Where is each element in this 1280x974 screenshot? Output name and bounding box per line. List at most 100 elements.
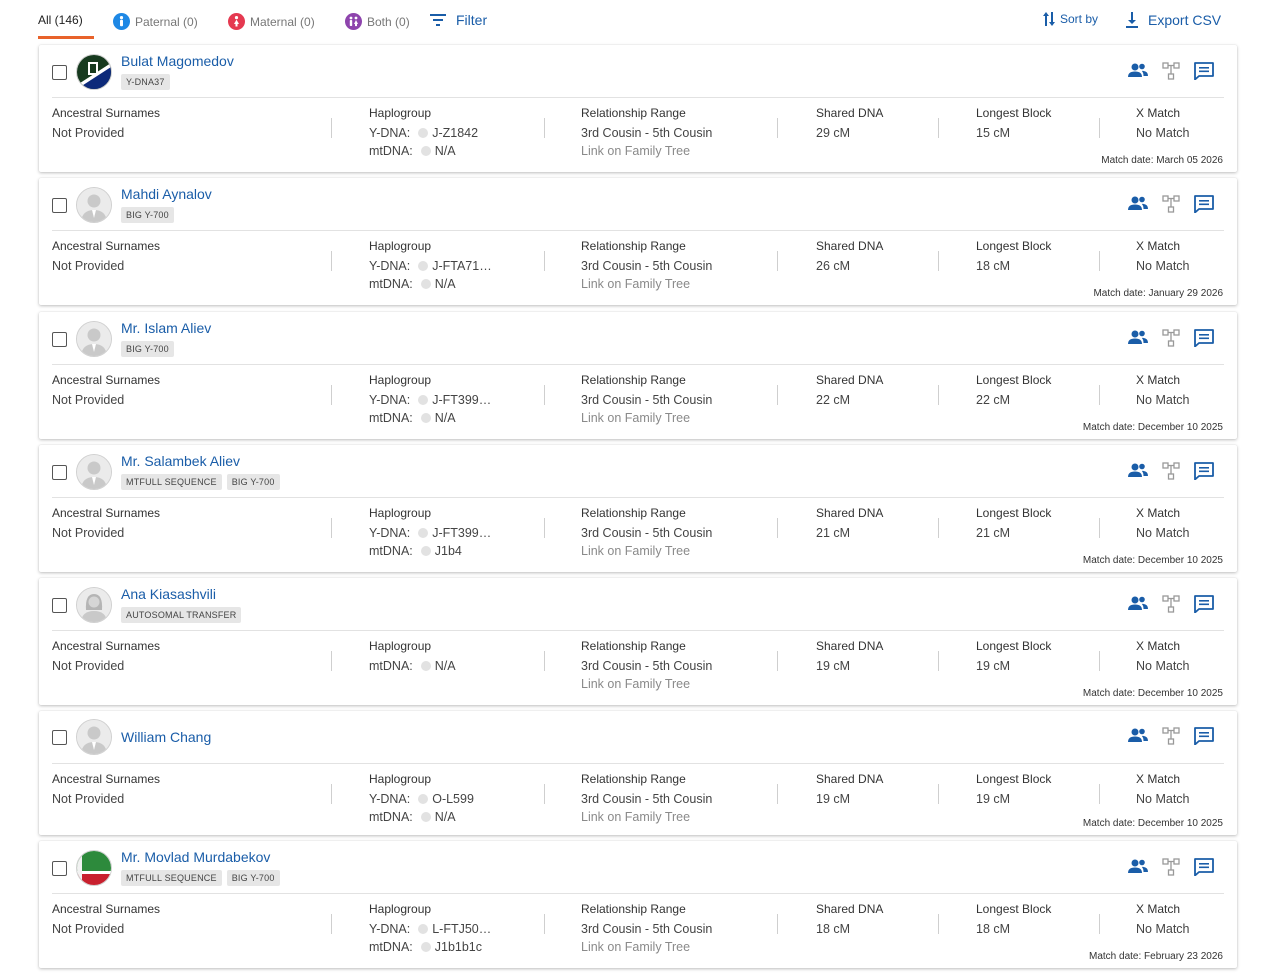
link-on-family-tree[interactable]: Link on Family Tree — [581, 142, 712, 160]
card-actions — [1127, 329, 1226, 348]
haplogroup-status-icon — [420, 546, 431, 556]
sort-button[interactable]: Sort by — [1042, 11, 1098, 27]
select-checkbox[interactable] — [52, 465, 67, 480]
tab-paternal-label: Paternal (0) — [135, 14, 198, 29]
ancestral-surnames: Ancestral Surnames Not Provided — [52, 506, 160, 542]
match-name[interactable]: Bulat Magomedov — [121, 53, 234, 69]
avatar[interactable] — [76, 54, 112, 90]
select-checkbox[interactable] — [52, 730, 67, 745]
column-separator — [544, 251, 545, 271]
surnames-value: Not Provided — [52, 659, 125, 673]
shared-dna: Shared DNA 22 cM — [816, 373, 883, 409]
avatar[interactable] — [76, 321, 112, 357]
haplogroup: Haplogroup Y-DNA: L-FTJ50… mtDNA: J1b1b1… — [369, 902, 491, 956]
test-badges: AUTOSOMAL TRANSFER — [121, 607, 246, 623]
relationship-label: Relationship Range — [581, 106, 686, 120]
avatar[interactable] — [76, 719, 112, 755]
surnames-label: Ancestral Surnames — [52, 106, 161, 120]
shared-label: Shared DNA — [816, 772, 884, 786]
select-checkbox[interactable] — [52, 198, 67, 213]
surnames-value: Not Provided — [52, 526, 125, 540]
match-name[interactable]: Mr. Movlad Murdabekov — [121, 849, 270, 865]
message-icon[interactable] — [1193, 595, 1215, 614]
match-date: Match date: December 10 2025 — [1082, 422, 1223, 433]
mtdna-value: J1b1b1c — [434, 940, 483, 954]
family-tree-icon[interactable] — [1160, 595, 1182, 613]
relationship-value: 3rd Cousin - 5th Cousin — [581, 259, 713, 273]
message-icon[interactable] — [1193, 462, 1215, 481]
shared-matches-icon[interactable] — [1127, 329, 1149, 347]
shared-matches-icon[interactable] — [1127, 595, 1149, 613]
tab-all[interactable]: All (146) — [38, 13, 83, 27]
message-icon[interactable] — [1193, 62, 1215, 81]
mtdna-label: mtDNA: — [369, 411, 413, 425]
message-icon[interactable] — [1193, 195, 1215, 214]
haplogroup-label: Haplogroup — [369, 106, 432, 120]
tab-both[interactable]: Both (0) — [345, 13, 410, 30]
select-checkbox[interactable] — [52, 598, 67, 613]
avatar[interactable] — [76, 187, 112, 223]
ydna-row: Y-DNA: L-FTJ50… — [369, 920, 491, 938]
message-icon[interactable] — [1193, 858, 1215, 877]
match-name[interactable]: Mr. Islam Aliev — [121, 320, 211, 336]
link-on-family-tree[interactable]: Link on Family Tree — [581, 808, 712, 826]
tab-maternal-label: Maternal (0) — [250, 14, 315, 29]
shared-matches-icon[interactable] — [1127, 858, 1149, 876]
column-separator — [938, 651, 939, 671]
family-tree-icon[interactable] — [1160, 62, 1182, 80]
match-name[interactable]: Ana Kiasashvili — [121, 586, 216, 602]
select-checkbox[interactable] — [52, 332, 67, 347]
shared-matches-icon[interactable] — [1127, 195, 1149, 213]
message-icon[interactable] — [1193, 727, 1215, 746]
mtdna-row: mtDNA: N/A — [369, 808, 474, 826]
relationship-range: Relationship Range 3rd Cousin - 5th Cous… — [581, 639, 712, 693]
shared-matches-icon[interactable] — [1127, 62, 1149, 80]
link-on-family-tree[interactable]: Link on Family Tree — [581, 275, 712, 293]
match-name[interactable]: William Chang — [121, 729, 211, 745]
avatar[interactable] — [76, 850, 112, 886]
message-icon[interactable] — [1193, 329, 1215, 348]
card-divider — [52, 893, 1224, 894]
column-separator — [777, 914, 778, 934]
family-tree-icon[interactable] — [1160, 462, 1182, 480]
column-separator — [938, 914, 939, 934]
relationship-range: Relationship Range 3rd Cousin - 5th Cous… — [581, 373, 712, 427]
ydna-row: Y-DNA: J-Z1842 — [369, 124, 478, 142]
column-separator — [544, 518, 545, 538]
link-on-family-tree[interactable]: Link on Family Tree — [581, 542, 712, 560]
haplogroup: Haplogroup Y-DNA: J-FT399… mtDNA: J1b4 — [369, 506, 491, 560]
avatar[interactable] — [76, 587, 112, 623]
link-on-family-tree[interactable]: Link on Family Tree — [581, 675, 712, 693]
match-card: Mahdi Aynalov BIG Y-700 Ancestral Surnam… — [39, 178, 1237, 305]
column-separator — [777, 651, 778, 671]
match-date: Match date: December 10 2025 — [1082, 818, 1223, 829]
shared-matches-icon[interactable] — [1127, 462, 1149, 480]
select-checkbox[interactable] — [52, 65, 67, 80]
export-csv-button[interactable]: Export CSV — [1125, 12, 1221, 28]
longest-block: Longest Block 19 cM — [976, 639, 1051, 675]
shared-matches-icon[interactable] — [1127, 727, 1149, 745]
family-tree-icon[interactable] — [1160, 329, 1182, 347]
filter-button[interactable]: Filter — [430, 12, 487, 28]
family-tree-icon[interactable] — [1160, 195, 1182, 213]
tab-both-label: Both (0) — [367, 14, 410, 29]
card-divider — [52, 230, 1224, 231]
haplogroup-status-icon — [420, 942, 431, 952]
match-name[interactable]: Mahdi Aynalov — [121, 186, 212, 202]
match-name[interactable]: Mr. Salambek Aliev — [121, 453, 240, 469]
link-on-family-tree[interactable]: Link on Family Tree — [581, 938, 712, 956]
shared-value: 18 cM — [816, 922, 851, 936]
tab-maternal[interactable]: Maternal (0) — [228, 13, 315, 30]
link-on-family-tree[interactable]: Link on Family Tree — [581, 409, 712, 427]
avatar[interactable] — [76, 454, 112, 490]
mtdna-value: N/A — [434, 277, 456, 291]
card-actions — [1127, 727, 1226, 746]
family-tree-icon[interactable] — [1160, 858, 1182, 876]
download-icon — [1126, 12, 1138, 28]
column-separator — [938, 784, 939, 804]
surnames-value: Not Provided — [52, 792, 125, 806]
family-tree-icon[interactable] — [1160, 727, 1182, 745]
select-checkbox[interactable] — [52, 861, 67, 876]
relationship-label: Relationship Range — [581, 902, 686, 916]
tab-paternal[interactable]: Paternal (0) — [113, 13, 198, 30]
